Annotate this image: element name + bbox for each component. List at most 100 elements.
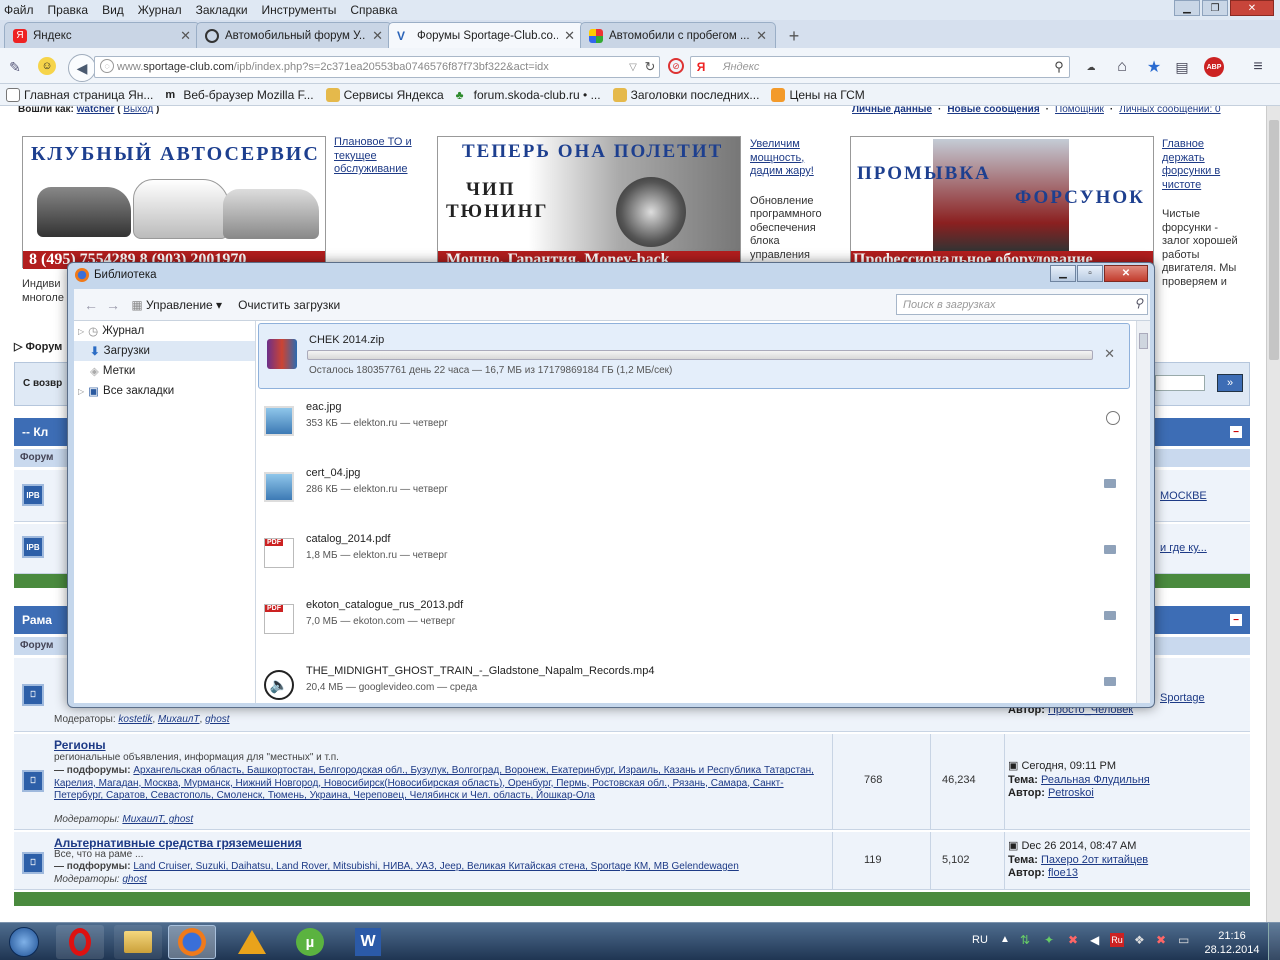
- menu-view[interactable]: Вид: [102, 3, 124, 17]
- download-item[interactable]: PDF catalog_2014.pdf 1,8 МБ — elekton.ru…: [256, 523, 1132, 589]
- close-icon[interactable]: ✕: [1230, 0, 1274, 16]
- tab-close-icon[interactable]: ✕: [372, 28, 383, 44]
- tools-icon[interactable]: ✎: [6, 58, 24, 76]
- forum-nav[interactable]: ▷ Форум: [14, 340, 62, 353]
- reload-icon[interactable]: ↻: [642, 58, 658, 76]
- menu-icon[interactable]: ≡: [1248, 57, 1268, 77]
- moderator-link[interactable]: kostetik: [118, 714, 152, 725]
- retry-icon[interactable]: [1106, 411, 1120, 425]
- logout-link[interactable]: Выход: [123, 106, 153, 115]
- bookmark-item[interactable]: m Веб-браузер Mozilla F...: [165, 88, 313, 102]
- ad-link[interactable]: текущее: [334, 150, 412, 164]
- tab-sportage[interactable]: V Форумы Sportage-Club.co... ✕: [388, 22, 584, 48]
- last-post-link[interactable]: МОСКВЕ: [1160, 490, 1207, 502]
- menu-help[interactable]: Справка: [350, 3, 397, 17]
- downloads-scrollbar[interactable]: [1136, 321, 1150, 703]
- ad-injectors[interactable]: ПРОМЫВКА ФОРСУНОК Профессиональное обору…: [850, 136, 1154, 269]
- weather-icon[interactable]: ☁: [1080, 58, 1102, 76]
- bookmark-item[interactable]: ♣ forum.skoda-club.ru • ...: [456, 88, 601, 102]
- ad-link[interactable]: держать: [1162, 152, 1238, 166]
- show-desktop-button[interactable]: [1268, 923, 1280, 960]
- downloads-search-input[interactable]: Поиск в загрузках ⚲: [896, 294, 1148, 315]
- tray-arrow-icon[interactable]: ▲: [1000, 934, 1010, 945]
- minimize-icon[interactable]: ▁: [1174, 0, 1200, 16]
- folder-icon[interactable]: [1104, 677, 1116, 686]
- tray-app-icon[interactable]: Ru: [1110, 933, 1124, 947]
- bookmark-item[interactable]: Цены на ГСМ: [771, 87, 865, 102]
- bookmark-item[interactable]: Главная страница Ян...: [6, 87, 153, 102]
- bookmarks-menu-icon[interactable]: ▤: [1172, 57, 1192, 77]
- minimize-icon[interactable]: ▁: [1050, 265, 1076, 282]
- url-bar[interactable]: www. sportage-club.com/ipb/index.php?s=2c…: [94, 56, 660, 78]
- search-icon[interactable]: ⚲: [1134, 296, 1143, 310]
- tree-all-bookmarks[interactable]: ▷ ▣ Все закладки: [74, 381, 255, 401]
- subforum-links[interactable]: Land Cruiser, Suzuki, Daihatsu, Land Rov…: [133, 861, 738, 872]
- dropdown-icon[interactable]: ▽: [626, 58, 640, 76]
- taskbar-opera[interactable]: [56, 925, 104, 959]
- clock[interactable]: 21:16 28.12.2014: [1200, 929, 1264, 957]
- ad-link[interactable]: дадим жару!: [750, 165, 822, 179]
- maximize-icon[interactable]: ❐: [1202, 0, 1228, 16]
- download-item-active[interactable]: CHEK 2014.zip Осталось 180357761 день 22…: [258, 323, 1130, 389]
- menu-history[interactable]: Журнал: [138, 3, 182, 17]
- theme-link[interactable]: Пахеро 2от китайцев: [1041, 854, 1148, 866]
- tab-auto-forum[interactable]: Автомобильный форум У... ✕: [196, 22, 392, 48]
- taskbar-word[interactable]: W: [344, 925, 392, 959]
- search-field[interactable]: Яндекс: [690, 56, 1070, 78]
- volume-icon[interactable]: ◀: [1090, 933, 1099, 947]
- ad-link[interactable]: Увеличим: [750, 138, 822, 152]
- author-link[interactable]: Petroskoi: [1048, 787, 1094, 799]
- forward-arrow-icon[interactable]: →: [102, 297, 124, 313]
- start-button[interactable]: [2, 925, 46, 959]
- ad-link[interactable]: мощность,: [750, 152, 822, 166]
- user-link[interactable]: watcher: [77, 106, 115, 115]
- adblock-icon[interactable]: ABP: [1204, 57, 1224, 77]
- tree-tags[interactable]: ◈ Метки: [74, 361, 255, 381]
- download-item[interactable]: eac.jpg 353 КБ — elekton.ru — четверг: [256, 391, 1132, 457]
- profile-link[interactable]: Личные данные: [852, 106, 932, 115]
- library-titlebar[interactable]: Библиотека: [68, 263, 1154, 287]
- scrollbar-thumb[interactable]: [1269, 120, 1279, 360]
- author-link[interactable]: floe13: [1048, 867, 1078, 879]
- taskbar-explorer[interactable]: [114, 925, 162, 959]
- tab-close-icon[interactable]: ✕: [756, 28, 767, 44]
- new-messages-link[interactable]: Новые сообщения: [947, 106, 1039, 115]
- collapse-icon[interactable]: −: [1230, 614, 1242, 626]
- moderator-link[interactable]: ghost: [205, 714, 229, 725]
- clear-downloads-button[interactable]: Очистить загрузки: [238, 298, 340, 312]
- menu-bookmarks[interactable]: Закладки: [196, 3, 248, 17]
- menu-edit[interactable]: Правка: [48, 3, 89, 17]
- bookmark-item[interactable]: Заголовки последних...: [612, 87, 759, 102]
- folder-icon[interactable]: [1104, 611, 1116, 620]
- menu-tools[interactable]: Инструменты: [262, 3, 337, 17]
- helper-link[interactable]: Помощник: [1055, 106, 1104, 115]
- block-icon[interactable]: ⊘: [668, 58, 684, 74]
- tray-app-icon[interactable]: ✖: [1068, 933, 1078, 947]
- download-item[interactable]: 🔈 THE_MIDNIGHT_GHOST_TRAIN_-_Gladstone_N…: [256, 655, 1132, 703]
- back-button[interactable]: ◀: [68, 54, 96, 82]
- last-post-link[interactable]: Sportage: [1160, 692, 1205, 704]
- theme-link[interactable]: Реальная Флудильня: [1041, 774, 1150, 786]
- maximize-icon[interactable]: ▫: [1077, 265, 1103, 282]
- ad-link[interactable]: форсунки в: [1162, 165, 1238, 179]
- collapse-icon[interactable]: −: [1230, 426, 1242, 438]
- back-arrow-icon[interactable]: ←: [80, 297, 102, 313]
- manage-button[interactable]: Управление ▾: [146, 298, 222, 312]
- ad-link[interactable]: Главное: [1162, 138, 1238, 152]
- smiley-icon[interactable]: ☺: [38, 57, 56, 75]
- pm-link[interactable]: Личных сообщений: 0: [1119, 106, 1220, 115]
- tree-downloads[interactable]: ⬇ Загрузки: [74, 341, 255, 361]
- page-scrollbar[interactable]: [1266, 106, 1280, 922]
- close-icon[interactable]: ✕: [1104, 265, 1148, 282]
- go-button[interactable]: »: [1217, 374, 1243, 392]
- subforum-links[interactable]: Архангельская область, Башкортостан, Бел…: [54, 765, 814, 801]
- ad-link[interactable]: Плановое ТО и: [334, 136, 412, 150]
- folder-icon[interactable]: [1104, 479, 1116, 488]
- tree-history[interactable]: ▷ ◷ Журнал: [74, 321, 255, 341]
- star-icon[interactable]: ★: [1144, 57, 1164, 77]
- tab-close-icon[interactable]: ✕: [564, 28, 575, 44]
- ad-link[interactable]: обслуживание: [334, 163, 412, 177]
- tab-used-cars[interactable]: Автомобили с пробегом ... ✕: [580, 22, 776, 48]
- search-icon[interactable]: ⚲: [1050, 58, 1068, 76]
- taskbar-firefox[interactable]: [168, 925, 216, 959]
